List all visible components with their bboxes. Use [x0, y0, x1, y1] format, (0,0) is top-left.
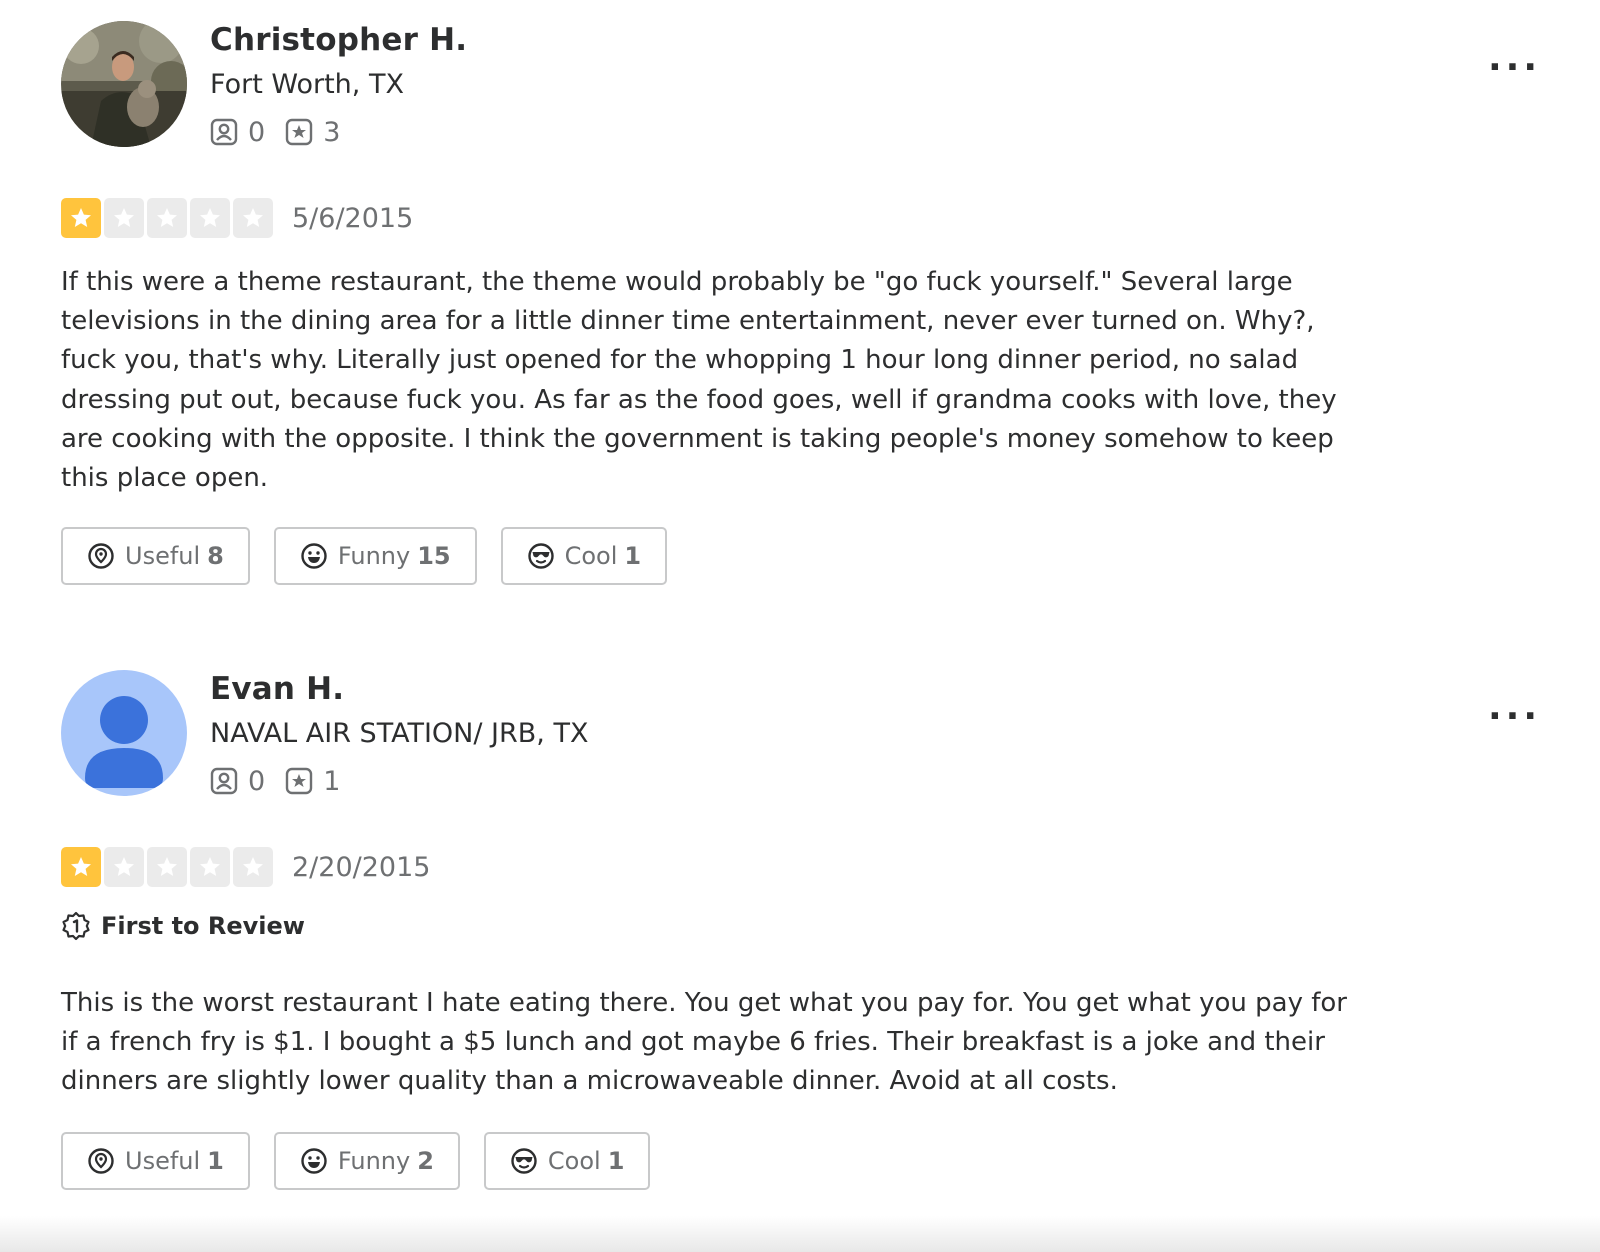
rating-row: 2/20/2015 — [61, 847, 430, 887]
star-rating — [61, 198, 276, 238]
funny-count: 15 — [417, 542, 451, 570]
cool-button[interactable]: Cool 1 — [500, 527, 668, 585]
funny-icon — [300, 542, 328, 570]
bottom-fade — [0, 1216, 1600, 1252]
star-icon — [190, 847, 230, 887]
first-to-review-badge: First to Review — [61, 911, 305, 941]
star-icon — [61, 198, 101, 238]
useful-button[interactable]: Useful 8 — [61, 527, 250, 585]
friends-count: 0 — [248, 765, 266, 797]
friends-icon — [210, 767, 238, 795]
useful-count: 8 — [207, 542, 224, 570]
star-icon — [104, 847, 144, 887]
funny-count: 2 — [417, 1147, 434, 1175]
cool-label: Cool — [564, 542, 618, 570]
friends-icon — [210, 118, 238, 146]
cool-count: 1 — [624, 542, 642, 570]
user-location: Fort Worth, TX — [210, 69, 404, 100]
cool-icon — [527, 542, 555, 570]
review-date: 5/6/2015 — [292, 202, 414, 234]
review-count: 3 — [323, 116, 341, 148]
review-count: 1 — [323, 765, 341, 797]
reaction-buttons: Useful 1 Funny 2 Cool 1 — [61, 1132, 674, 1190]
first-to-review-icon — [61, 911, 91, 941]
review-count-icon — [285, 118, 313, 146]
useful-icon — [87, 1147, 115, 1175]
review-count-icon — [285, 767, 313, 795]
cool-icon — [510, 1147, 538, 1175]
funny-label: Funny — [337, 1147, 411, 1175]
star-icon — [233, 847, 273, 887]
rating-row: 5/6/2015 — [61, 198, 413, 238]
review-text: If this were a theme restaurant, the the… — [61, 267, 1337, 494]
cool-count: 1 — [607, 1147, 625, 1175]
user-avatar[interactable] — [61, 670, 187, 796]
useful-count: 1 — [207, 1147, 224, 1175]
friends-count: 0 — [248, 116, 266, 148]
user-location: NAVAL AIR STATION/ JRB, TX — [210, 718, 589, 749]
user-stats: 0 3 — [210, 115, 360, 149]
reaction-buttons: Useful 8 Funny 15 Cool 1 — [61, 527, 691, 585]
user-name[interactable]: Evan H. — [210, 671, 344, 707]
star-icon — [190, 198, 230, 238]
star-icon — [61, 847, 101, 887]
useful-button[interactable]: Useful 1 — [61, 1132, 250, 1190]
more-options-icon[interactable]: ... — [1488, 690, 1541, 726]
badge-label: First to Review — [101, 912, 305, 940]
star-icon — [147, 847, 187, 887]
star-icon — [233, 198, 273, 238]
star-rating — [61, 847, 276, 887]
cool-button[interactable]: Cool 1 — [483, 1132, 651, 1190]
review-date: 2/20/2015 — [292, 851, 431, 883]
funny-button[interactable]: Funny 2 — [273, 1132, 460, 1190]
more-options-icon[interactable]: ... — [1488, 41, 1541, 77]
useful-label: Useful — [125, 542, 201, 570]
review-text: This is the worst restaurant I hate eati… — [61, 988, 1347, 1097]
user-avatar[interactable] — [61, 21, 187, 147]
star-icon — [104, 198, 144, 238]
funny-label: Funny — [337, 542, 411, 570]
funny-button[interactable]: Funny 15 — [273, 527, 477, 585]
cool-label: Cool — [547, 1147, 601, 1175]
useful-label: Useful — [125, 1147, 201, 1175]
funny-icon — [300, 1147, 328, 1175]
user-stats: 0 1 — [210, 764, 360, 798]
user-name[interactable]: Christopher H. — [210, 22, 467, 58]
star-icon — [147, 198, 187, 238]
useful-icon — [87, 542, 115, 570]
